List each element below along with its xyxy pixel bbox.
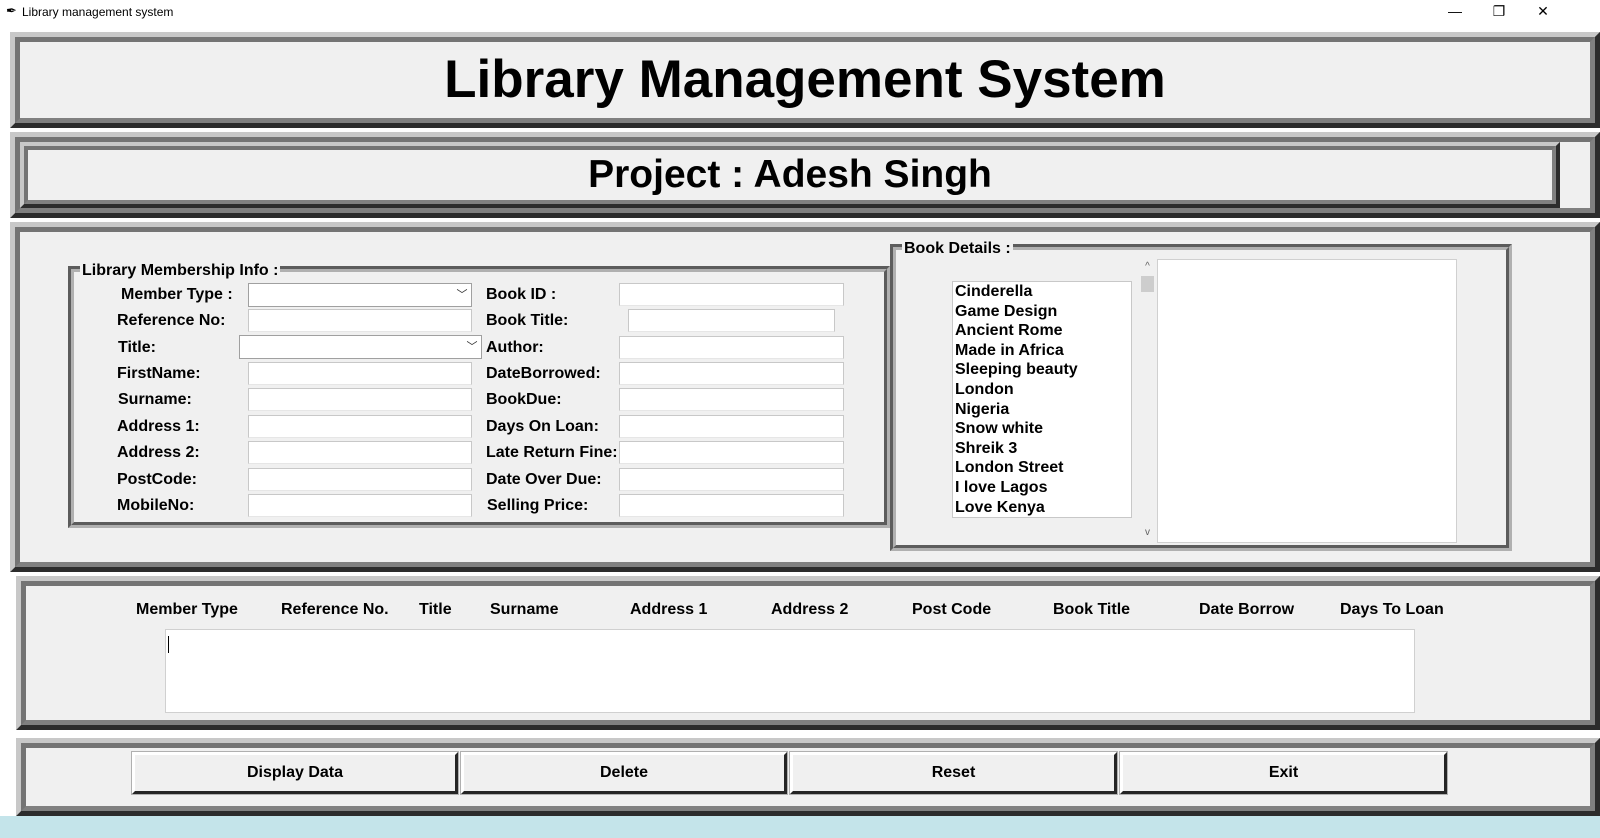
membership-legend: Library Membership Info : (80, 262, 281, 280)
days-on-loan-input[interactable] (619, 415, 844, 438)
firstname-input[interactable] (248, 362, 472, 385)
book-title-input[interactable] (628, 309, 835, 332)
close-button[interactable]: ✕ (1520, 0, 1566, 24)
list-item[interactable]: London (953, 380, 1131, 400)
list-item[interactable]: Made in Africa (953, 341, 1131, 361)
column-header-reference-no: Reference No. (281, 601, 389, 618)
column-header-surname: Surname (490, 601, 559, 618)
list-item[interactable]: London Street (953, 458, 1131, 478)
feather-icon: ✒ (6, 3, 17, 18)
header-frame: Library Management System (10, 32, 1600, 128)
list-item[interactable]: Snow white (953, 419, 1131, 439)
project-title: Project : Adesh Singh (588, 153, 992, 196)
firstname-label: FirstName: (117, 365, 201, 382)
member-type-combobox[interactable]: ﹀ (248, 283, 472, 307)
postcode-input[interactable] (248, 468, 472, 491)
mobileno-label: MobileNo: (117, 497, 195, 514)
book-list-scrollbar[interactable]: ^ v (1139, 260, 1156, 542)
window-title: Library management system (22, 5, 174, 19)
surname-label: Surname: (118, 391, 192, 408)
book-due-label: BookDue: (486, 391, 562, 408)
display-data-button[interactable]: Display Data (132, 752, 458, 794)
column-header-address1: Address 1 (630, 601, 708, 618)
postcode-label: PostCode: (117, 471, 197, 488)
column-header-address2: Address 2 (771, 601, 849, 618)
list-item[interactable]: Love Kenya (953, 498, 1131, 517)
chevron-down-icon[interactable]: ﹀ (456, 288, 468, 302)
days-on-loan-label: Days On Loan: (486, 418, 599, 435)
late-return-fine-label: Late Return Fine: (486, 444, 618, 461)
date-borrowed-label: DateBorrowed: (486, 365, 601, 382)
date-borrowed-input[interactable] (619, 362, 844, 385)
scroll-down-icon[interactable]: v (1139, 526, 1156, 540)
column-header-post-code: Post Code (912, 601, 992, 618)
member-type-label: Member Type : (121, 286, 233, 303)
text-cursor (168, 636, 169, 653)
minimize-button[interactable]: — (1432, 0, 1478, 24)
reset-button[interactable]: Reset (790, 752, 1117, 794)
address1-input[interactable] (248, 415, 472, 438)
column-header-days-to-loan: Days To Loan (1340, 601, 1444, 618)
column-header-title: Title (419, 601, 452, 618)
title-label: Title: (118, 339, 156, 356)
column-header-member-type: Member Type (136, 601, 238, 618)
address1-label: Address 1: (117, 418, 200, 435)
window-titlebar: ✒ Library management system — ❐ ✕ (0, 0, 1600, 24)
reference-no-label: Reference No: (117, 312, 226, 329)
reference-no-input[interactable] (248, 309, 472, 332)
list-item[interactable]: Game Design (953, 302, 1131, 322)
surname-input[interactable] (248, 388, 472, 411)
address2-input[interactable] (248, 441, 472, 464)
subtitle-frame: Project : Adesh Singh (10, 132, 1600, 218)
scrollbar-thumb[interactable] (1141, 276, 1154, 292)
selling-price-input[interactable] (619, 494, 844, 517)
late-return-fine-input[interactable] (619, 441, 844, 464)
book-details-legend: Book Details : (902, 240, 1013, 258)
author-label: Author: (486, 339, 544, 356)
delete-button[interactable]: Delete (461, 752, 787, 794)
page-title: Library Management System (444, 50, 1166, 109)
records-textbox[interactable] (165, 629, 1415, 713)
title-combobox[interactable]: ﹀ (239, 335, 482, 359)
column-header-book-title: Book Title (1053, 601, 1131, 618)
book-title-label: Book Title: (486, 312, 569, 329)
chevron-down-icon[interactable]: ﹀ (466, 340, 478, 354)
list-item[interactable]: I love Lagos (953, 478, 1131, 498)
restore-button[interactable]: ❐ (1476, 0, 1522, 24)
exit-button[interactable]: Exit (1120, 752, 1447, 794)
address2-label: Address 2: (117, 444, 200, 461)
book-id-input[interactable] (619, 283, 844, 306)
list-item[interactable]: Shreik 3 (953, 439, 1131, 459)
author-input[interactable] (619, 336, 844, 359)
book-listbox[interactable]: Cinderella Game Design Ancient Rome Made… (952, 281, 1132, 518)
list-item[interactable]: Cinderella (953, 282, 1131, 302)
scroll-up-icon[interactable]: ^ (1139, 260, 1156, 274)
mobileno-input[interactable] (248, 494, 472, 517)
book-id-label: Book ID : (486, 286, 557, 303)
list-item[interactable]: Nigeria (953, 400, 1131, 420)
list-item[interactable]: Ancient Rome (953, 321, 1131, 341)
desktop-strip (0, 816, 1600, 838)
list-item[interactable]: Sleeping beauty (953, 360, 1131, 380)
subtitle-inner-frame: Project : Adesh Singh (20, 142, 1560, 208)
date-over-due-input[interactable] (619, 468, 844, 491)
column-header-date-borrow: Date Borrow (1199, 601, 1295, 618)
date-over-due-label: Date Over Due: (486, 471, 602, 488)
book-details-textbox[interactable] (1157, 259, 1457, 543)
book-due-input[interactable] (619, 388, 844, 411)
selling-price-label: Selling Price: (487, 497, 589, 514)
